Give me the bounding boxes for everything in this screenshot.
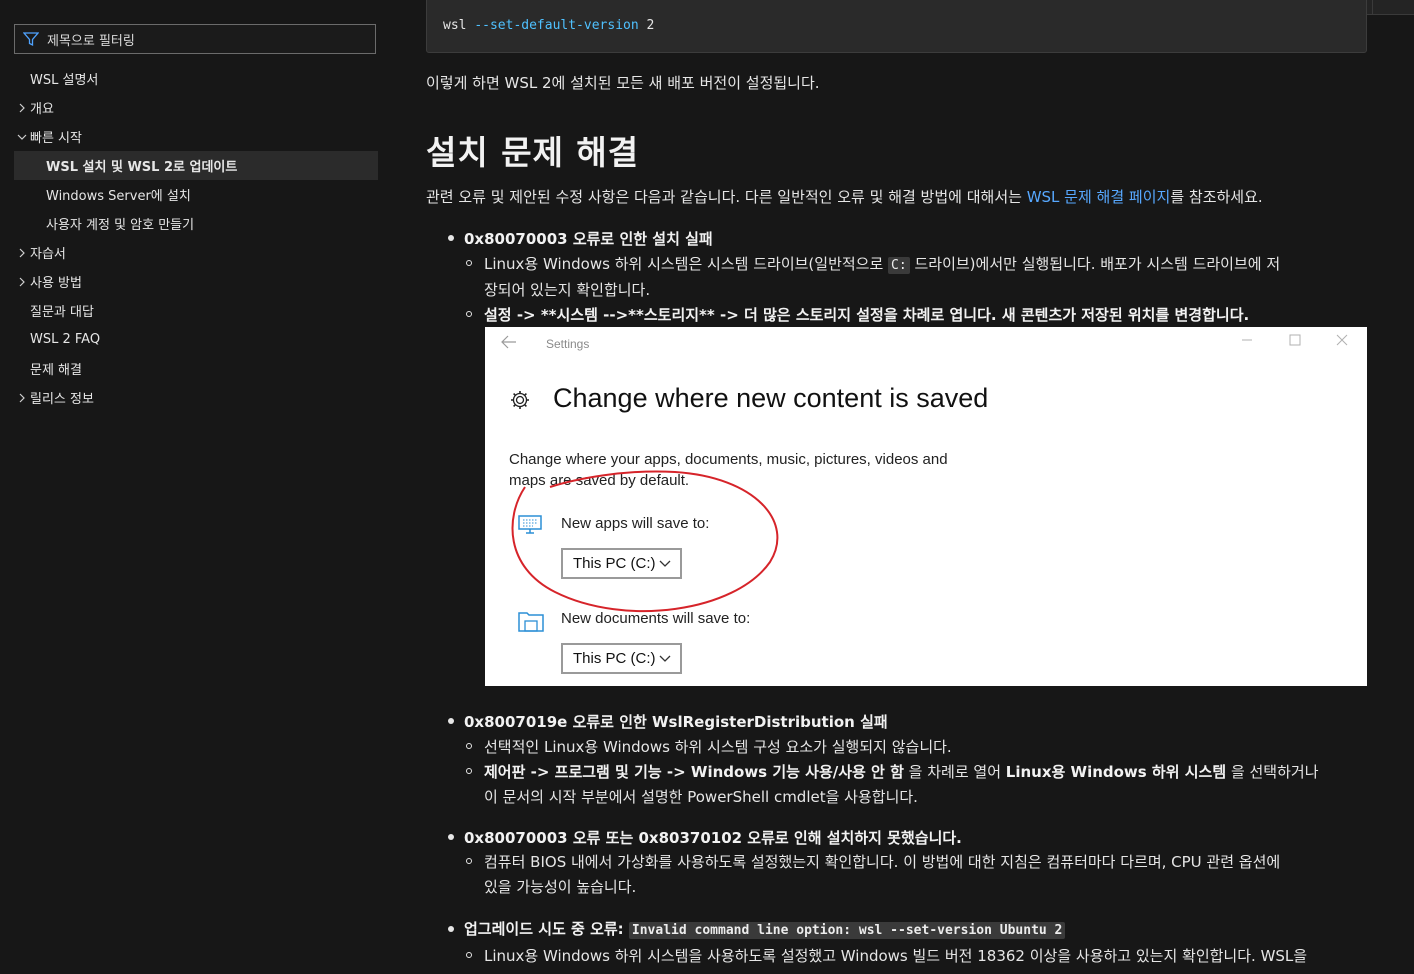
code-arg: 2 xyxy=(646,18,655,33)
issue-title: 0x80070003 오류로 인한 설치 실패 xyxy=(464,230,713,248)
bullet-icon xyxy=(448,718,454,724)
list-item-continued: 이 문서의 시작 부분에서 설명한 PowerShell cmdlet을 사용합… xyxy=(484,788,918,806)
code-command: wsl xyxy=(443,18,467,33)
bullet-icon xyxy=(448,834,454,840)
list-item: Linux용 Windows 하위 시스템은 시스템 드라이브(일반적으로 C:… xyxy=(484,255,1281,274)
filter-icon xyxy=(23,32,39,47)
toc-item-install-server[interactable]: Windows Server에 설치 xyxy=(14,180,378,209)
toc-item-release-notes[interactable]: 릴리스 정보 xyxy=(14,383,378,412)
paragraph: 관련 오류 및 제안된 수정 사항은 다음과 같습니다. 다른 일반적인 오류 … xyxy=(426,188,1263,206)
toc-item-tutorials[interactable]: 자습서 xyxy=(14,238,378,267)
sub-bullet-icon xyxy=(466,260,472,266)
red-circle-annotation xyxy=(511,470,779,613)
bullet-icon xyxy=(448,926,454,932)
chevron-down-icon[interactable] xyxy=(14,133,30,141)
issue-title: 0x8007019e 오류로 인한 WslRegisterDistributio… xyxy=(464,713,888,731)
list-item: 제어판 -> 프로그램 및 기능 -> Windows 기능 사용/사용 안 함… xyxy=(484,763,1319,781)
toc-item-quickstart[interactable]: 빠른 시작 xyxy=(14,122,378,151)
filter-by-title-input[interactable]: 제목으로 필터링 xyxy=(14,24,376,54)
chevron-right-icon[interactable] xyxy=(14,103,30,113)
list-item: Linux용 Windows 하위 시스템을 사용하도록 설정했고 Window… xyxy=(484,947,1308,965)
table-of-contents: WSL 설명서 개요 빠른 시작 WSL 설치 및 WSL 2로 업데이트 Wi… xyxy=(14,64,378,412)
chevron-right-icon[interactable] xyxy=(14,248,30,258)
toc-item-faq[interactable]: 질문과 대답 xyxy=(14,296,378,325)
inline-code: C: xyxy=(888,257,910,274)
paragraph: 이렇게 하면 WSL 2에 설치된 모든 새 배포 버전이 설정됩니다. xyxy=(426,74,820,92)
sub-bullet-icon xyxy=(466,311,472,317)
toc-item-install-wsl[interactable]: WSL 설치 및 WSL 2로 업데이트 xyxy=(14,151,378,180)
chevron-right-icon[interactable] xyxy=(14,277,30,287)
issue-title: 0x80070003 오류 또는 0x80370102 오류로 인해 설치하지 … xyxy=(464,829,962,847)
sub-bullet-icon xyxy=(466,768,472,774)
filter-placeholder: 제목으로 필터링 xyxy=(47,33,135,49)
sub-bullet-icon xyxy=(466,743,472,749)
troubleshoot-link[interactable]: WSL 문제 해결 페이지 xyxy=(1027,188,1171,206)
toc-item-troubleshoot[interactable]: 문제 해결 xyxy=(14,354,378,383)
list-item: 선택적인 Linux용 Windows 하위 시스템 구성 요소가 실행되지 않… xyxy=(484,738,952,756)
code-block: wsl --set-default-version 2 xyxy=(426,0,1367,53)
toc-item-how-to[interactable]: 사용 방법 xyxy=(14,267,378,296)
code-toolbar-edge xyxy=(1372,0,1414,15)
toc-item-overview[interactable]: 개요 xyxy=(14,93,378,122)
inline-code: Invalid command line option: wsl --set-v… xyxy=(628,922,1066,939)
sub-bullet-icon xyxy=(466,952,472,958)
toc-item-wsl2-faq[interactable]: WSL 2 FAQ xyxy=(14,325,378,354)
toc-item-create-user[interactable]: 사용자 계정 및 암호 만들기 xyxy=(14,209,378,238)
list-item: 컴퓨터 BIOS 내에서 가상화를 사용하도록 설정했는지 확인합니다. 이 방… xyxy=(484,853,1281,871)
section-heading: 설치 문제 해결 xyxy=(426,133,640,172)
sub-bullet-icon xyxy=(466,858,472,864)
code-flag: --set-default-version xyxy=(474,18,639,33)
list-item-continued: 있을 가능성이 높습니다. xyxy=(484,878,637,896)
chevron-right-icon[interactable] xyxy=(14,393,30,403)
list-item-continued: 장되어 있는지 확인합니다. xyxy=(484,281,651,299)
settings-screenshot: Settings Change where new content is sav… xyxy=(485,327,1367,686)
list-item: 설정 -> **시스템 -->**스토리지** -> 더 많은 스토리지 설정을… xyxy=(484,306,1250,324)
bullet-icon xyxy=(448,235,454,241)
toc-item-wsl-docs[interactable]: WSL 설명서 xyxy=(14,64,378,93)
issue-title: 업그레이드 시도 중 오류: Invalid command line opti… xyxy=(464,918,1066,939)
